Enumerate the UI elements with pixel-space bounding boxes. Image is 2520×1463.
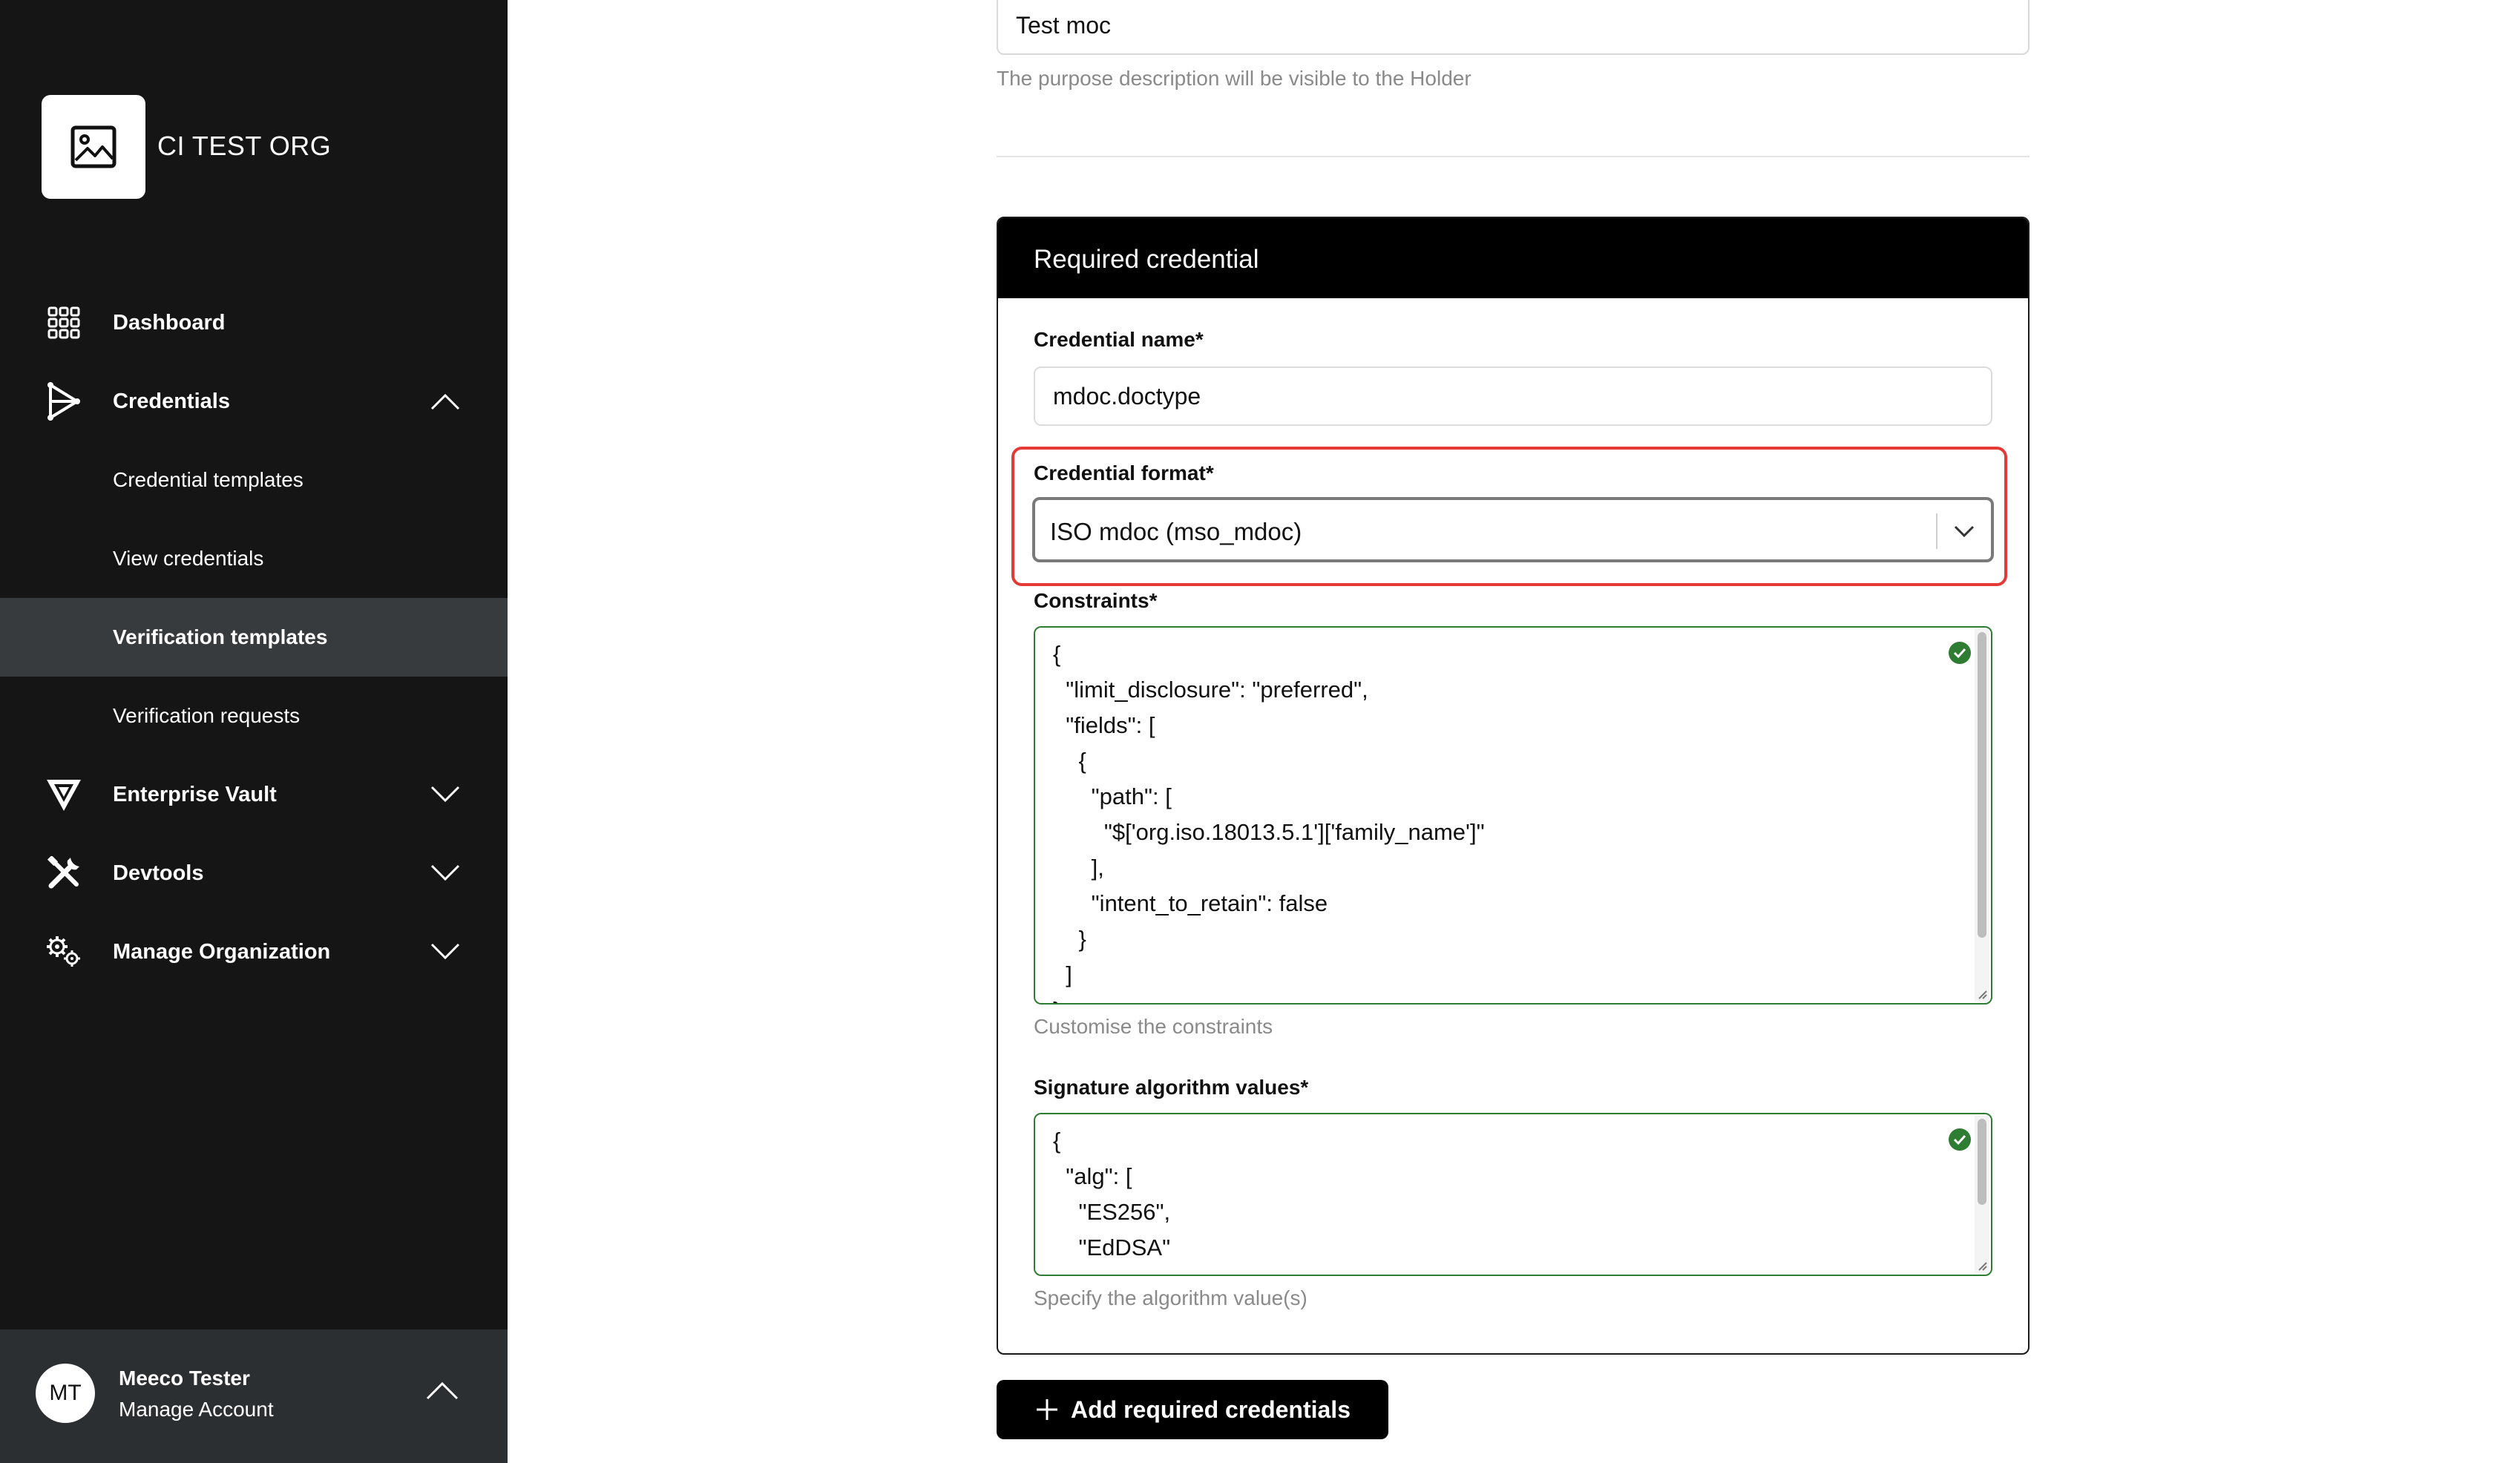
valid-check-icon	[1949, 1128, 1971, 1151]
org-logo[interactable]	[42, 95, 145, 199]
chevron-down-icon[interactable]	[424, 858, 466, 888]
manage-account-link[interactable]: Manage Account	[119, 1398, 274, 1421]
credential-format-value: ISO mdoc (mso_mdoc)	[1050, 518, 1302, 545]
add-required-credentials-label: Add required credentials	[1071, 1396, 1351, 1423]
credential-name-label: Credential name*	[1034, 328, 1204, 351]
nav-verification-requests[interactable]: Verification requests	[0, 677, 508, 755]
gears-icon	[43, 931, 85, 973]
resize-grip-icon[interactable]	[1976, 988, 1988, 1000]
nav-enterprise-vault[interactable]: Enterprise Vault	[0, 755, 508, 834]
alg-text: { "alg": [ "ES256", "EdDSA" ] }	[1053, 1128, 1171, 1275]
nav-credentials[interactable]: Credentials	[0, 362, 508, 441]
nav-enterprise-vault-label: Enterprise Vault	[113, 782, 277, 806]
alg-textarea[interactable]: { "alg": [ "ES256", "EdDSA" ] }	[1034, 1113, 1992, 1276]
credential-format-select[interactable]: ISO mdoc (mso_mdoc)	[1032, 497, 1994, 562]
image-placeholder-icon	[70, 125, 117, 168]
chevron-down-icon[interactable]	[1949, 516, 1979, 546]
alg-scrollbar-thumb[interactable]	[1978, 1119, 1986, 1205]
purpose-input[interactable]: Test moc	[997, 0, 2030, 55]
section-divider	[997, 156, 2030, 157]
select-separator	[1936, 513, 1937, 549]
credentials-icon	[43, 381, 85, 422]
tools-icon	[43, 852, 85, 894]
nav-devtools-label: Devtools	[113, 861, 204, 885]
constraints-label: Constraints*	[1034, 589, 1158, 612]
account-name: Meeco Tester	[119, 1367, 250, 1390]
nav-credentials-label: Credentials	[113, 389, 230, 413]
alg-help-text: Specify the algorithm value(s)	[1034, 1286, 1307, 1309]
nav-credential-templates-label: Credential templates	[113, 468, 303, 491]
nav-view-credentials[interactable]: View credentials	[0, 519, 508, 598]
nav-manage-organization[interactable]: Manage Organization	[0, 913, 508, 991]
required-credential-title: Required credential	[998, 218, 2028, 298]
nav-view-credentials-label: View credentials	[113, 547, 264, 570]
purpose-help-text: The purpose description will be visible …	[997, 67, 1471, 90]
constraints-text: { "limit_disclosure": "preferred", "fiel…	[1053, 641, 1485, 1003]
grid-icon	[43, 302, 85, 343]
nav-credential-templates[interactable]: Credential templates	[0, 441, 508, 519]
constraints-textarea[interactable]: { "limit_disclosure": "preferred", "fiel…	[1034, 626, 1992, 1005]
nav-verification-templates-label: Verification templates	[113, 625, 328, 648]
nav-verification-templates[interactable]: Verification templates	[0, 598, 508, 677]
account-panel[interactable]: MT Meeco Tester Manage Account	[0, 1329, 508, 1463]
sidebar: CI TEST ORG Dashboard Credentials Creden…	[0, 0, 508, 1463]
constraints-scrollbar-thumb[interactable]	[1978, 632, 1986, 938]
constraints-help-text: Customise the constraints	[1034, 1015, 1273, 1038]
credential-format-label: Credential format*	[1034, 461, 1214, 484]
valid-check-icon	[1949, 642, 1971, 664]
avatar[interactable]: MT	[36, 1364, 95, 1423]
nav-manage-organization-label: Manage Organization	[113, 939, 331, 964]
chevron-down-icon[interactable]	[424, 937, 466, 967]
chevron-up-icon[interactable]	[421, 1375, 463, 1405]
nav-devtools[interactable]: Devtools	[0, 834, 508, 913]
nav-dashboard[interactable]: Dashboard	[0, 283, 508, 362]
required-credential-card: Required credential Credential name* mdo…	[997, 217, 2030, 1355]
add-required-credentials-button[interactable]: Add required credentials	[997, 1380, 1388, 1439]
org-name: CI TEST ORG	[157, 131, 332, 161]
nav-dashboard-label: Dashboard	[113, 310, 226, 335]
main-content: Test moc The purpose description will be…	[508, 0, 2520, 1463]
vault-icon	[43, 774, 85, 815]
chevron-down-icon[interactable]	[424, 780, 466, 809]
alg-label: Signature algorithm values*	[1034, 1076, 1309, 1099]
resize-grip-icon[interactable]	[1976, 1260, 1988, 1272]
chevron-up-icon[interactable]	[424, 387, 466, 416]
credential-name-input[interactable]: mdoc.doctype	[1034, 366, 1992, 426]
plus-icon	[1037, 1399, 1057, 1420]
nav-verification-requests-label: Verification requests	[113, 704, 301, 727]
